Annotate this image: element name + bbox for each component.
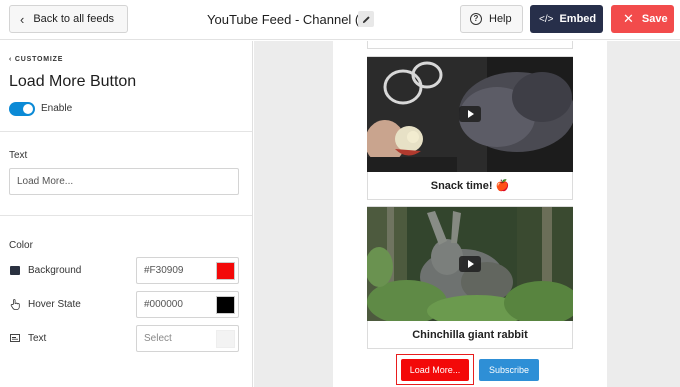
back-to-feeds-button[interactable]: ‹ Back to all feeds [9,5,128,33]
hover-color-swatch[interactable] [216,296,235,314]
text-color-label: Text [28,333,47,344]
color-section-label: Color [9,240,33,251]
save-label: Save [641,13,668,25]
embed-label: Embed [559,13,597,25]
text-section-label: Text [9,150,28,161]
button-text-input[interactable]: Load More... [9,168,239,195]
text-color-swatch[interactable] [216,330,235,348]
hand-pointer-icon [10,298,20,310]
feed-title: YouTube Feed - Channel (4) [207,12,371,27]
chevron-left-icon: ‹ [20,11,25,27]
background-color-swatch[interactable] [216,262,235,280]
hover-state-label: Hover State [28,299,81,310]
embed-button[interactable]: </> Embed [530,5,603,33]
enable-label: Enable [41,103,73,114]
background-color-field[interactable]: #F30909 [136,257,239,284]
enable-toggle[interactable] [9,102,35,116]
top-bar: ‹ Back to all feeds YouTube Feed - Chann… [0,0,680,40]
hover-color-value: #000000 [144,299,183,310]
subscribe-button[interactable]: Subscribe [479,359,539,381]
close-icon: ✕ [623,11,634,26]
code-icon: </> [539,13,554,25]
button-text-value: Load More... [17,176,74,187]
background-swatch-icon [10,265,20,275]
load-more-button[interactable]: Load More... [401,359,469,381]
background-label: Background [28,265,82,276]
help-button[interactable]: ? Help [460,5,523,33]
question-icon: ? [470,13,482,25]
hover-color-field[interactable]: #000000 [136,291,239,318]
play-icon[interactable] [459,256,481,272]
customize-sidebar: ‹ CUSTOMIZE Load More Button Enable Text… [0,41,253,387]
breadcrumb[interactable]: ‹ CUSTOMIZE [9,56,63,63]
back-button-label: Back to all feeds [33,13,115,25]
play-icon[interactable] [459,106,481,122]
text-color-field[interactable]: Select [136,325,239,352]
panel-title: Load More Button [9,73,137,90]
divider [0,215,252,216]
divider [0,131,252,132]
background-color-value: #F30909 [144,265,184,276]
video-caption[interactable]: Chinchilla giant rabbit [367,329,573,341]
pencil-icon[interactable] [358,11,374,27]
save-button[interactable]: ✕ Save [611,5,674,33]
text-box-icon [10,333,20,343]
previous-video-card [367,41,573,49]
video-caption[interactable]: Snack time! 🍎 [367,179,573,192]
help-label: Help [489,13,512,25]
toggle-knob [23,104,33,114]
text-color-placeholder: Select [144,333,172,344]
